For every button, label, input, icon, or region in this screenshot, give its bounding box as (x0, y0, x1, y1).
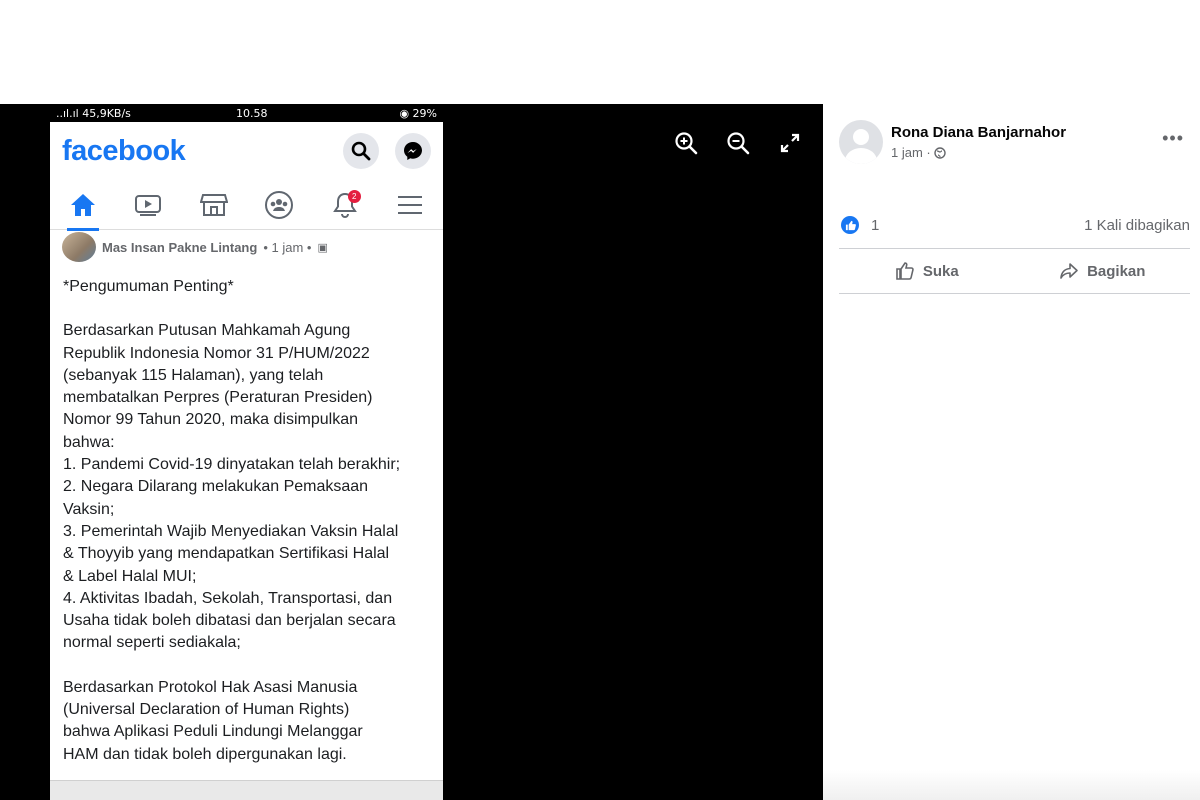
messenger-icon (395, 133, 431, 169)
home-icon (63, 185, 103, 231)
facebook-tab-bar: 2 (50, 180, 443, 231)
post-text-line: membatalkan Perpres (Peraturan Presiden) (63, 389, 373, 407)
reactions-row: 1 1 Kali dibagikan (823, 210, 1200, 240)
eye-icon: ◉ (399, 106, 410, 120)
marketplace-icon (194, 185, 234, 225)
page: ..ıl.ıl 45,9KB/s 10.58 ◉ 29% facebook 2 … (0, 0, 1200, 800)
battery-percent: 29% (412, 106, 437, 120)
globe-icon (934, 146, 946, 159)
fullscreen-icon[interactable] (777, 130, 803, 156)
privacy-icon: ▣ (317, 241, 328, 254)
share-count[interactable]: 1 Kali dibagikan (1084, 217, 1190, 234)
post-text-line: 2. Negara Dilarang melakukan Pemaksaan (63, 478, 369, 496)
action-bar: Suka Bagikan (839, 248, 1190, 294)
post-text-line: & Label Halal MUI; (63, 567, 197, 585)
facebook-logo: facebook (62, 134, 186, 167)
post-sidebar: Rona Diana Banjarnahor 1 jam · ••• 1 1 K… (823, 104, 1200, 800)
post-text-line: bahwa Aplikasi Peduli Lindungi Melanggar (63, 723, 363, 741)
post-text-line: Vaksin; (63, 500, 115, 518)
like-reaction-icon[interactable] (841, 216, 859, 234)
author-name[interactable]: Rona Diana Banjarnahor (891, 124, 1066, 141)
menu-icon (390, 185, 430, 225)
thumbs-up-icon (896, 262, 914, 280)
post-time: • 1 jam • (263, 239, 312, 255)
notification-badge: 2 (347, 189, 361, 203)
clock: 10.58 (236, 106, 268, 120)
like-button-label: Suka (922, 262, 959, 280)
video-icon (128, 185, 168, 225)
post-text-line: normal seperti sediakala; (63, 634, 241, 652)
post-text-line: Republik Indonesia Nomor 31 P/HUM/2022 (63, 344, 370, 362)
post-screenshot-image: ..ıl.ıl 45,9KB/s 10.58 ◉ 29% facebook 2 … (50, 104, 443, 800)
post-text-line: *Pengumuman Penting* (63, 278, 234, 295)
post-text-line: & Thoyyib yang mendapatkan Sertifikasi H… (63, 545, 390, 563)
post-text-line: (sebanyak 115 Halaman), yang telah (63, 366, 324, 384)
post-author: Mas Insan Pakne Lintang (102, 239, 258, 255)
avatar (62, 232, 96, 262)
phone-bottom-bar (50, 780, 443, 800)
photo-viewer: ..ıl.ıl 45,9KB/s 10.58 ◉ 29% facebook 2 … (0, 104, 823, 800)
phone-status-bar: ..ıl.ıl 45,9KB/s 10.58 ◉ 29% (50, 104, 443, 122)
battery-status: ◉ 29% (399, 107, 437, 120)
post-timestamp: 1 jam · (891, 145, 1066, 160)
notifications-icon: 2 (325, 185, 365, 225)
post-text-line: bahwa: (63, 433, 115, 451)
post-text-line: HAM dan tidak boleh dipergunakan lagi. (63, 745, 347, 763)
post-text-line: (Universal Declaration of Human Rights) (63, 701, 350, 719)
viewer-controls (673, 130, 803, 156)
like-button[interactable]: Suka (839, 261, 1015, 281)
post-text-line: 4. Aktivitas Ibadah, Sekolah, Transporta… (63, 589, 393, 607)
facebook-header: facebook (50, 122, 443, 180)
post-author-row: Mas Insan Pakne Lintang • 1 jam • ▣ (50, 230, 443, 264)
groups-icon (259, 185, 299, 225)
post-text-line: 3. Pemerintah Wajib Menyediakan Vaksin H… (63, 522, 399, 540)
zoom-out-icon[interactable] (725, 130, 751, 156)
post-text-line: Berdasarkan Protokol Hak Asasi Manusia (63, 678, 358, 696)
post-body: *Pengumuman Penting* Berdasarkan Putusan … (50, 264, 443, 766)
post-text-line: Usaha tidak boleh dibatasi dan berjalan … (63, 612, 396, 630)
search-icon (343, 133, 379, 169)
post-text-line: Nomor 99 Tahun 2020, maka disimpulkan (63, 411, 358, 429)
share-button-label: Bagikan (1087, 262, 1146, 280)
zoom-in-icon[interactable] (673, 130, 699, 156)
post-text-line: Berdasarkan Putusan Mahkamah Agung (63, 322, 351, 340)
post-text-line: 1. Pandemi Covid-19 dinyatakan telah ber… (63, 456, 401, 474)
more-options-button[interactable]: ••• (1162, 120, 1184, 149)
sidebar-bottom-fade (823, 770, 1200, 800)
sidebar-author-row: Rona Diana Banjarnahor 1 jam · ••• (823, 104, 1200, 164)
share-arrow-icon (1060, 263, 1078, 279)
share-button[interactable]: Bagikan (1015, 261, 1191, 281)
avatar[interactable] (839, 120, 883, 164)
reaction-count[interactable]: 1 (871, 217, 879, 234)
network-status: ..ıl.ıl 45,9KB/s (56, 106, 131, 120)
post-time-label[interactable]: 1 jam · (891, 145, 931, 160)
